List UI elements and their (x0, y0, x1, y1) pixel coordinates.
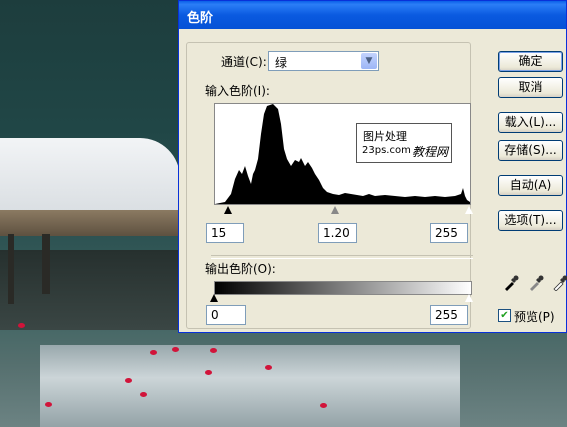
input-gamma-value: 1.20 (323, 226, 350, 240)
input-gamma-handle[interactable] (331, 206, 339, 214)
snow-bank (0, 138, 180, 218)
wooden-post (8, 234, 14, 304)
dropdown-arrow-icon[interactable]: ▼ (361, 53, 377, 69)
petal (210, 348, 217, 353)
output-black-handle[interactable] (210, 294, 218, 302)
dialog-title: 色阶 (187, 11, 214, 26)
petal (265, 365, 272, 370)
input-slider[interactable] (214, 205, 474, 218)
channel-value: 绿 (275, 56, 288, 70)
petal (45, 402, 52, 407)
dialog-client: 通道(C): 绿 ▼ 输入色阶(I): 图片处理 23ps.com 教程网 15… (182, 29, 567, 329)
load-button[interactable]: 载入(L)... (498, 112, 563, 133)
levels-group: 通道(C): 绿 ▼ 输入色阶(I): 图片处理 23ps.com 教程网 15… (186, 42, 474, 329)
shore-ground (0, 250, 180, 330)
separator (211, 255, 473, 259)
channel-select[interactable]: 绿 ▼ (268, 51, 379, 71)
wooden-post (42, 234, 50, 294)
output-white-handle[interactable] (464, 293, 474, 303)
watermark: 图片处理 23ps.com 教程网 (356, 123, 452, 163)
white-eyedropper-icon[interactable] (551, 275, 567, 293)
petal (205, 370, 212, 375)
channel-label: 通道(C): (221, 55, 267, 69)
title-bar[interactable]: 色阶 (179, 1, 566, 29)
options-button[interactable]: 选项(T)... (498, 210, 563, 231)
petal (150, 350, 157, 355)
watermark-line3: 教程网 (412, 145, 449, 159)
preview-checkbox[interactable]: ✔ (498, 309, 511, 322)
input-gamma-field[interactable]: 1.20 (318, 223, 357, 243)
preview-label[interactable]: 预览(P) (514, 308, 555, 325)
water-reflection (40, 345, 460, 427)
output-black-value: 0 (211, 308, 219, 322)
input-white-value: 255 (435, 226, 458, 240)
save-button[interactable]: 存储(S)... (498, 140, 563, 161)
petal (125, 378, 132, 383)
input-black-field[interactable]: 15 (206, 223, 244, 243)
cancel-button[interactable]: 取消 (498, 77, 563, 98)
output-black-field[interactable]: 0 (206, 305, 246, 325)
ok-button[interactable]: 确定 (498, 51, 563, 72)
watermark-line2: 23ps.com (362, 145, 411, 156)
output-gradient (214, 281, 472, 295)
input-levels-label: 输入色阶(I): (205, 84, 270, 98)
gray-eyedropper-icon[interactable] (527, 275, 545, 293)
auto-button[interactable]: 自动(A) (498, 175, 563, 196)
petal (172, 347, 179, 352)
input-black-handle[interactable] (224, 206, 232, 214)
output-white-value: 255 (435, 308, 458, 322)
input-white-field[interactable]: 255 (430, 223, 468, 243)
petal (18, 323, 25, 328)
input-black-value: 15 (211, 226, 227, 240)
petal (320, 403, 327, 408)
levels-dialog: 色阶 通道(C): 绿 ▼ 输入色阶(I): 图片处理 23ps.com 教程网 (178, 0, 567, 333)
wooden-plank (0, 210, 182, 236)
output-levels-label: 输出色阶(O): (205, 262, 276, 276)
input-white-handle[interactable] (464, 205, 474, 215)
watermark-line1: 图片处理 (363, 130, 407, 143)
output-white-field[interactable]: 255 (430, 305, 468, 325)
black-eyedropper-icon[interactable] (502, 275, 520, 293)
petal (140, 392, 147, 397)
